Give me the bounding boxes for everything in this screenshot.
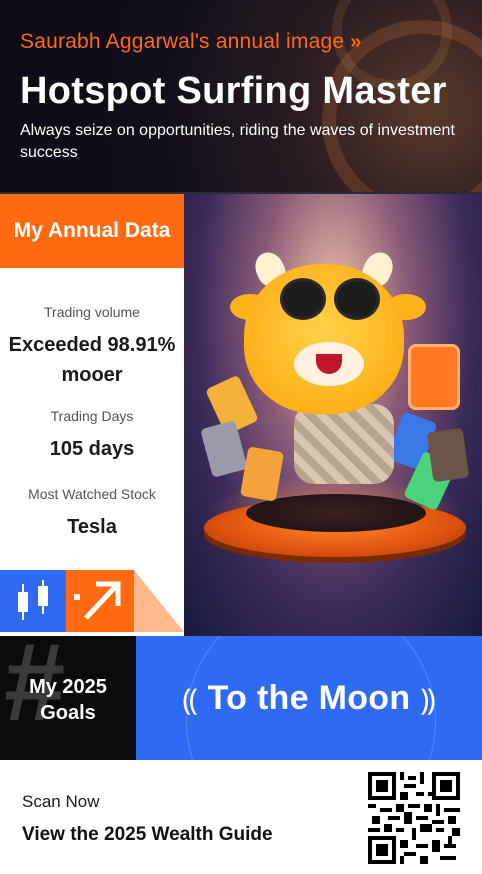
goals-label: My 2025 Goals <box>29 676 107 724</box>
page-title: Hotspot Surfing Master <box>20 70 447 112</box>
chevron-right-icon: » <box>350 30 362 53</box>
stat-trading-volume: Trading volume Exceeded 98.91% mooer <box>0 304 184 390</box>
card-icon <box>200 420 248 478</box>
sunglasses-icon <box>280 278 326 320</box>
wealth-guide-link[interactable]: View the 2025 Wealth Guide <box>22 824 273 846</box>
stat-most-watched: Most Watched Stock Tesla <box>0 486 184 542</box>
mascot-head <box>244 264 404 414</box>
qr-code[interactable] <box>366 770 462 866</box>
decorative-icon-row <box>0 570 184 632</box>
annual-image-link-label: Saurabh Aggarwal's annual image <box>20 30 345 53</box>
laurel-left-icon: ⸨ <box>182 683 198 717</box>
goals-box: # My 2025 Goals <box>0 636 136 760</box>
candlestick-chart-icon <box>0 570 66 632</box>
stat-value: 105 days <box>49 438 135 460</box>
stat-label: Trading Days <box>50 408 134 424</box>
page-subtitle: Always seize on opportunities, riding th… <box>20 122 455 161</box>
mascot-body <box>294 404 394 484</box>
stat-label: Trading volume <box>44 304 140 320</box>
sunglasses-icon <box>334 278 380 320</box>
stat-trading-days: Trading Days 105 days <box>0 408 184 464</box>
annual-header: Saurabh Aggarwal's annual image » Hotspo… <box>0 0 482 194</box>
annual-data-tab-label: My Annual Data <box>13 219 171 242</box>
goal-motto: To the Moon <box>207 678 411 717</box>
mascot-illustration <box>184 194 482 636</box>
stat-label: Most Watched Stock <box>28 486 156 502</box>
stat-value: Tesla <box>67 516 117 538</box>
laurel-right-icon: ⸩ <box>420 683 436 717</box>
card-icon <box>426 427 470 483</box>
footer: Scan Now View the 2025 Wealth Guide <box>0 760 482 874</box>
stat-value: Exceeded 98.91% mooer <box>8 334 176 386</box>
calculator-icon <box>408 344 460 410</box>
scan-now-label: Scan Now <box>22 792 100 811</box>
growth-arrow-icon <box>66 570 134 632</box>
decorative-triangle <box>134 570 184 632</box>
goal-motto-banner: ⸨ To the Moon ⸩ <box>136 636 482 760</box>
annual-data-panel: My Annual Data Trading volume Exceeded 9… <box>0 194 184 636</box>
annual-image-link[interactable]: Saurabh Aggarwal's annual image » <box>20 30 362 54</box>
annual-data-tab: My Annual Data <box>0 194 184 268</box>
